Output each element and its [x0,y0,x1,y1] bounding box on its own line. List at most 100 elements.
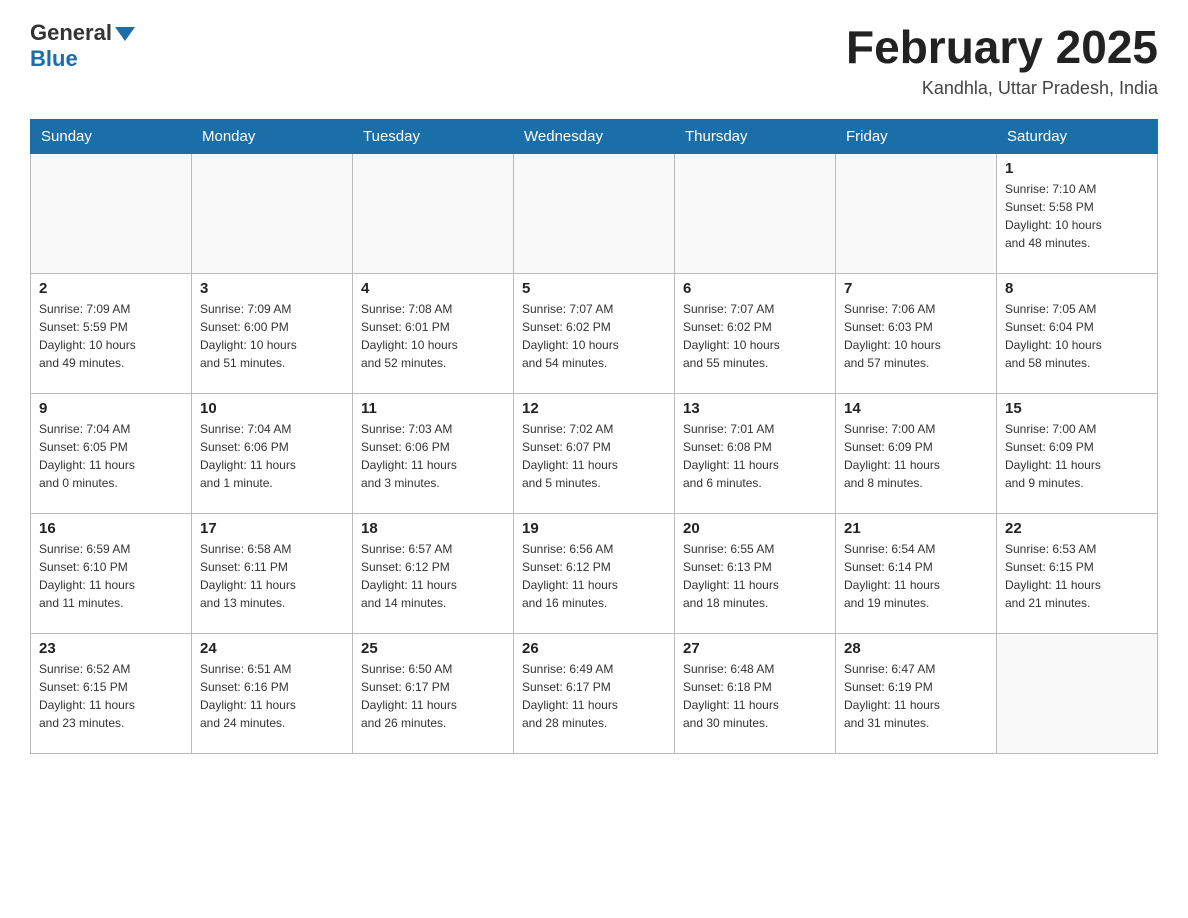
day-info: Sunrise: 6:50 AMSunset: 6:17 PMDaylight:… [361,660,505,732]
title-section: February 2025 Kandhla, Uttar Pradesh, In… [846,20,1158,99]
day-info: Sunrise: 6:52 AMSunset: 6:15 PMDaylight:… [39,660,183,732]
calendar-cell: 28 Sunrise: 6:47 AMSunset: 6:19 PMDayligh… [836,634,997,754]
calendar-cell: 10 Sunrise: 7:04 AMSunset: 6:06 PMDayligh… [192,394,353,514]
calendar-cell [997,634,1158,754]
calendar-cell: 14 Sunrise: 7:00 AMSunset: 6:09 PMDayligh… [836,394,997,514]
day-number: 18 [361,520,505,537]
calendar-cell: 12 Sunrise: 7:02 AMSunset: 6:07 PMDayligh… [514,394,675,514]
day-info: Sunrise: 7:07 AMSunset: 6:02 PMDaylight:… [683,300,827,372]
day-info: Sunrise: 7:09 AMSunset: 5:59 PMDaylight:… [39,300,183,372]
day-info: Sunrise: 7:05 AMSunset: 6:04 PMDaylight:… [1005,300,1149,372]
calendar-cell: 5 Sunrise: 7:07 AMSunset: 6:02 PMDaylight… [514,274,675,394]
calendar-cell: 20 Sunrise: 6:55 AMSunset: 6:13 PMDayligh… [675,514,836,634]
day-number: 8 [1005,280,1149,297]
day-info: Sunrise: 6:48 AMSunset: 6:18 PMDaylight:… [683,660,827,732]
day-number: 1 [1005,160,1149,177]
week-row-3: 16 Sunrise: 6:59 AMSunset: 6:10 PMDayligh… [31,514,1158,634]
calendar-cell [353,154,514,274]
calendar-cell: 26Sunrise: 6:49 AMSunset: 6:17 PMDayligh… [514,634,675,754]
calendar-cell [675,154,836,274]
day-number: 17 [200,520,344,537]
calendar-body: 1 Sunrise: 7:10 AMSunset: 5:58 PMDaylight… [31,154,1158,754]
calendar-cell: 2Sunrise: 7:09 AMSunset: 5:59 PMDaylight… [31,274,192,394]
day-info: Sunrise: 6:49 AMSunset: 6:17 PMDaylight:… [522,660,666,732]
day-info: Sunrise: 6:59 AMSunset: 6:10 PMDaylight:… [39,540,183,612]
calendar-cell: 9 Sunrise: 7:04 AMSunset: 6:05 PMDaylight… [31,394,192,514]
day-info: Sunrise: 7:08 AMSunset: 6:01 PMDaylight:… [361,300,505,372]
logo-blue: Blue [30,46,78,72]
day-info: Sunrise: 7:00 AMSunset: 6:09 PMDaylight:… [1005,420,1149,492]
day-number: 25 [361,640,505,657]
calendar-cell: 11 Sunrise: 7:03 AMSunset: 6:06 PMDayligh… [353,394,514,514]
day-info: Sunrise: 6:54 AMSunset: 6:14 PMDaylight:… [844,540,988,612]
day-number: 28 [844,640,988,657]
week-row-1: 2Sunrise: 7:09 AMSunset: 5:59 PMDaylight… [31,274,1158,394]
calendar-cell: 6 Sunrise: 7:07 AMSunset: 6:02 PMDaylight… [675,274,836,394]
calendar-cell: 24 Sunrise: 6:51 AMSunset: 6:16 PMDayligh… [192,634,353,754]
calendar-cell: 18 Sunrise: 6:57 AMSunset: 6:12 PMDayligh… [353,514,514,634]
day-number: 7 [844,280,988,297]
day-info: Sunrise: 7:10 AMSunset: 5:58 PMDaylight:… [1005,180,1149,252]
day-info: Sunrise: 7:00 AMSunset: 6:09 PMDaylight:… [844,420,988,492]
day-info: Sunrise: 6:55 AMSunset: 6:13 PMDaylight:… [683,540,827,612]
header-day-monday: Monday [192,120,353,154]
month-title: February 2025 [846,20,1158,74]
calendar-cell: 23 Sunrise: 6:52 AMSunset: 6:15 PMDayligh… [31,634,192,754]
calendar-cell [192,154,353,274]
calendar-cell: 16 Sunrise: 6:59 AMSunset: 6:10 PMDayligh… [31,514,192,634]
header-day-sunday: Sunday [31,120,192,154]
day-number: 13 [683,400,827,417]
day-number: 3 [200,280,344,297]
day-number: 10 [200,400,344,417]
day-number: 19 [522,520,666,537]
logo: General Blue [30,20,135,72]
day-info: Sunrise: 7:06 AMSunset: 6:03 PMDaylight:… [844,300,988,372]
day-info: Sunrise: 7:04 AMSunset: 6:05 PMDaylight:… [39,420,183,492]
day-number: 9 [39,400,183,417]
day-info: Sunrise: 7:07 AMSunset: 6:02 PMDaylight:… [522,300,666,372]
header-day-friday: Friday [836,120,997,154]
day-info: Sunrise: 7:02 AMSunset: 6:07 PMDaylight:… [522,420,666,492]
location: Kandhla, Uttar Pradesh, India [846,78,1158,99]
day-number: 27 [683,640,827,657]
day-info: Sunrise: 6:56 AMSunset: 6:12 PMDaylight:… [522,540,666,612]
day-info: Sunrise: 7:04 AMSunset: 6:06 PMDaylight:… [200,420,344,492]
header-row: SundayMondayTuesdayWednesdayThursdayFrid… [31,120,1158,154]
calendar-cell: 25 Sunrise: 6:50 AMSunset: 6:17 PMDayligh… [353,634,514,754]
calendar-header: SundayMondayTuesdayWednesdayThursdayFrid… [31,120,1158,154]
day-number: 11 [361,400,505,417]
week-row-4: 23 Sunrise: 6:52 AMSunset: 6:15 PMDayligh… [31,634,1158,754]
header-day-thursday: Thursday [675,120,836,154]
day-info: Sunrise: 7:01 AMSunset: 6:08 PMDaylight:… [683,420,827,492]
calendar-cell: 8 Sunrise: 7:05 AMSunset: 6:04 PMDaylight… [997,274,1158,394]
week-row-0: 1 Sunrise: 7:10 AMSunset: 5:58 PMDaylight… [31,154,1158,274]
day-number: 14 [844,400,988,417]
calendar-cell [31,154,192,274]
day-info: Sunrise: 6:51 AMSunset: 6:16 PMDaylight:… [200,660,344,732]
day-number: 6 [683,280,827,297]
day-info: Sunrise: 6:57 AMSunset: 6:12 PMDaylight:… [361,540,505,612]
header-day-saturday: Saturday [997,120,1158,154]
day-number: 16 [39,520,183,537]
calendar-cell: 7 Sunrise: 7:06 AMSunset: 6:03 PMDaylight… [836,274,997,394]
day-number: 23 [39,640,183,657]
logo-arrow-icon [115,27,135,41]
calendar-cell: 3Sunrise: 7:09 AMSunset: 6:00 PMDaylight… [192,274,353,394]
calendar-cell [836,154,997,274]
day-info: Sunrise: 6:47 AMSunset: 6:19 PMDaylight:… [844,660,988,732]
week-row-2: 9 Sunrise: 7:04 AMSunset: 6:05 PMDaylight… [31,394,1158,514]
day-number: 15 [1005,400,1149,417]
header-day-tuesday: Tuesday [353,120,514,154]
header-day-wednesday: Wednesday [514,120,675,154]
calendar-cell [514,154,675,274]
calendar-cell: 17Sunrise: 6:58 AMSunset: 6:11 PMDayligh… [192,514,353,634]
day-number: 5 [522,280,666,297]
day-info: Sunrise: 7:03 AMSunset: 6:06 PMDaylight:… [361,420,505,492]
day-number: 20 [683,520,827,537]
logo-general: General [30,20,135,46]
calendar-cell: 27 Sunrise: 6:48 AMSunset: 6:18 PMDayligh… [675,634,836,754]
day-number: 4 [361,280,505,297]
day-number: 12 [522,400,666,417]
day-number: 24 [200,640,344,657]
day-number: 22 [1005,520,1149,537]
